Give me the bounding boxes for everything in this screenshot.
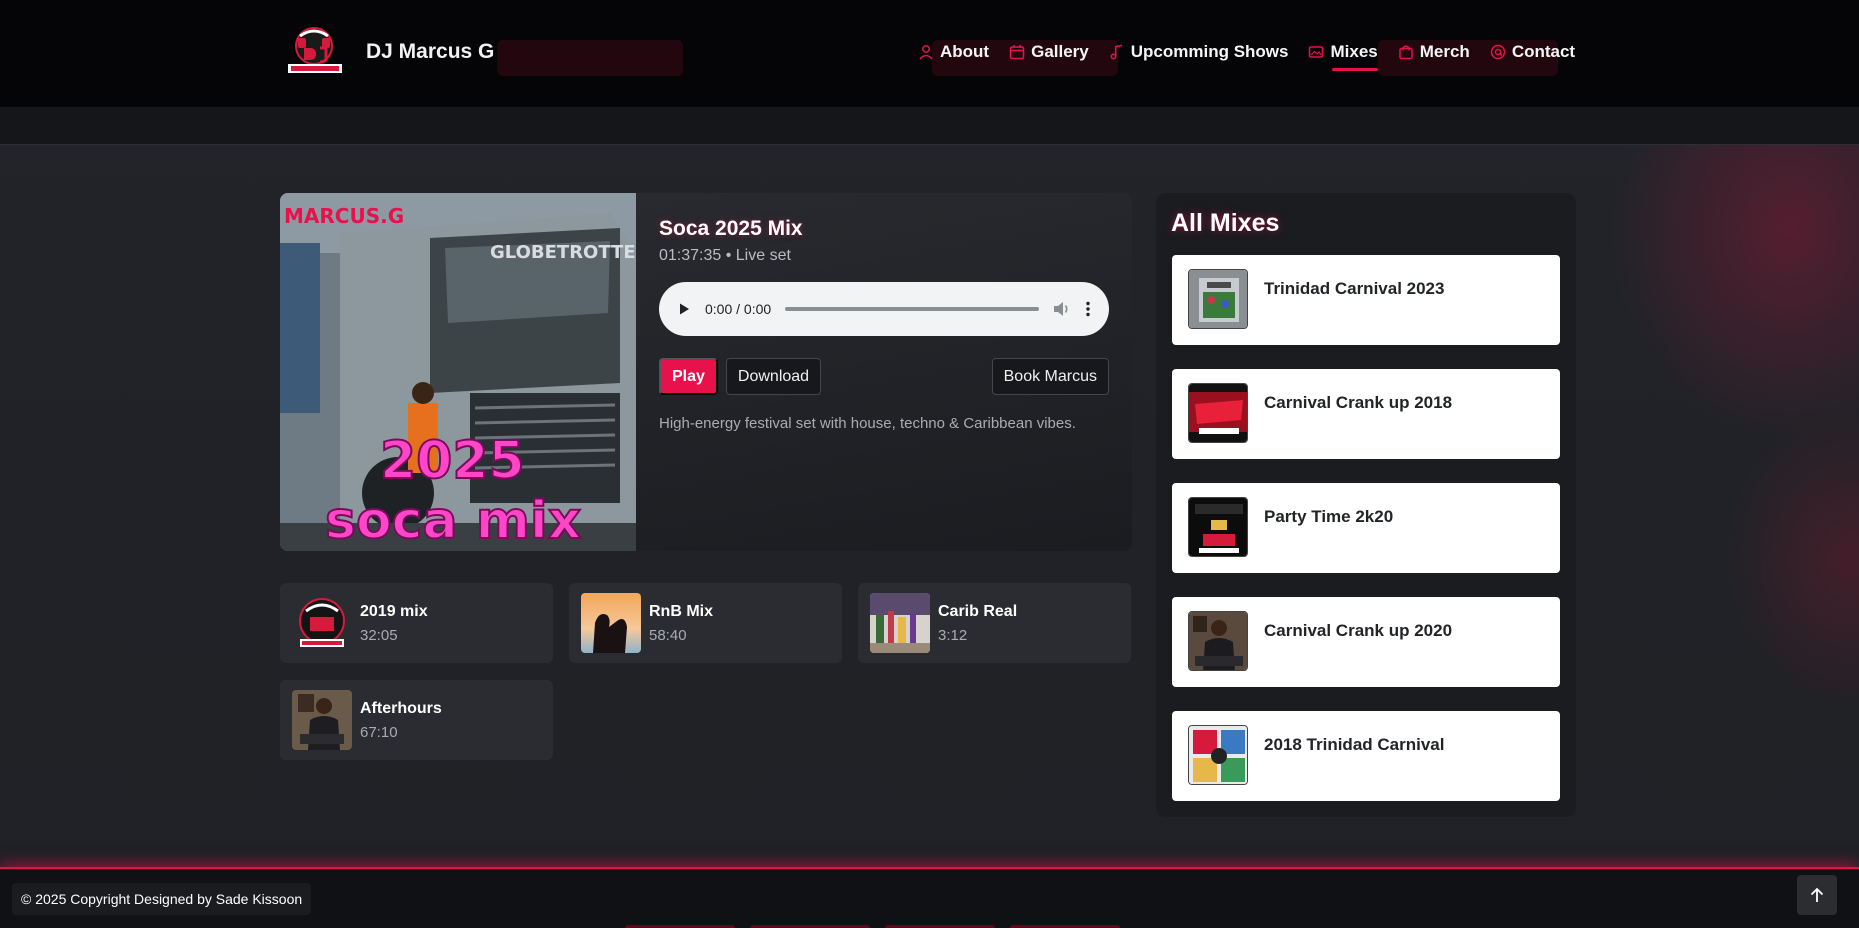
nav-about[interactable]: About xyxy=(918,41,989,63)
arrow-up-icon xyxy=(1810,887,1824,902)
nav-upcoming-shows[interactable]: Upcomming Shows xyxy=(1109,41,1289,63)
image-icon xyxy=(1309,46,1324,58)
audio-time: 0:00 / 0:00 xyxy=(705,301,772,317)
nav-label: Contact xyxy=(1511,42,1576,61)
at-sign-icon xyxy=(1490,44,1506,60)
nav-label: Merch xyxy=(1419,42,1470,61)
mix-tile-title: 2019 mix xyxy=(360,603,428,620)
shopping-bag-icon xyxy=(1398,45,1413,60)
more-options-icon[interactable] xyxy=(1085,301,1091,317)
mix-thumbnail xyxy=(292,690,352,750)
nav-gallery[interactable]: Gallery xyxy=(1009,41,1089,63)
player-info: Soca 2025 Mix 01:37:35 • Live set 0:00 /… xyxy=(659,217,1109,432)
svg-text:GLOBETROTTER: GLOBETROTTER xyxy=(490,242,636,263)
audio-player[interactable]: 0:00 / 0:00 xyxy=(659,282,1109,336)
back-to-top-button[interactable] xyxy=(1797,875,1837,915)
mix-thumbnail xyxy=(1188,725,1248,785)
mix-thumbnail xyxy=(1188,383,1248,443)
site-header: DJ Marcus G About Gallery Upcomming Show… xyxy=(0,0,1859,107)
mix-thumbnail xyxy=(1188,497,1248,557)
mix-tile-title: Afterhours xyxy=(360,700,442,717)
calendar-icon xyxy=(1009,45,1025,60)
music-note-icon xyxy=(1110,44,1122,60)
all-mixes-item[interactable]: Carnival Crank up 2018 xyxy=(1172,369,1560,459)
brand-name[interactable]: DJ Marcus G xyxy=(366,40,494,64)
mix-thumbnail xyxy=(870,593,930,653)
site-footer: © 2025 Copyright Designed by Sade Kissoo… xyxy=(0,867,1859,928)
logo-icon[interactable] xyxy=(284,26,346,76)
sub-header-bar xyxy=(0,107,1859,145)
mix-tile[interactable]: RnB Mix 58:40 xyxy=(569,583,842,663)
all-mixes-item-title: Trinidad Carnival 2023 xyxy=(1264,279,1445,298)
all-mixes-title: All Mixes xyxy=(1171,209,1280,237)
player-actions: Play Download Book Marcus xyxy=(659,358,1109,395)
nav-label: Mixes xyxy=(1330,42,1378,61)
cover-year-text: 2025 xyxy=(380,431,525,491)
cover-logo-text: MARCUS.G xyxy=(284,204,404,228)
cover-subtitle-text: soca mix xyxy=(325,491,581,551)
play-button[interactable]: Play xyxy=(659,358,718,395)
all-mixes-item[interactable]: Party Time 2k20 xyxy=(1172,483,1560,573)
mix-tile-title: Carib Real xyxy=(938,603,1018,620)
mix-tile-duration: 58:40 xyxy=(649,627,687,644)
mix-tile-title: RnB Mix xyxy=(649,603,713,620)
ghost-banner-shape xyxy=(497,40,683,76)
mix-cover-image: GLOBETROTTER MARCUS.G 2025 soca mix xyxy=(280,193,636,551)
mix-thumbnail xyxy=(581,593,641,653)
featured-mix-player: GLOBETROTTER MARCUS.G 2025 soca mix Soca… xyxy=(280,193,1132,551)
volume-icon[interactable] xyxy=(1053,301,1071,317)
mix-tile-duration: 67:10 xyxy=(360,724,398,741)
book-marcus-button[interactable]: Book Marcus xyxy=(991,358,1109,395)
nav-contact[interactable]: Contact xyxy=(1490,41,1575,63)
audio-progress-track[interactable] xyxy=(785,307,1039,311)
nav-merch[interactable]: Merch xyxy=(1398,41,1470,63)
mix-title: Soca 2025 Mix xyxy=(659,217,803,240)
all-mixes-panel: All Mixes Trinidad Carnival 2023 Carniva… xyxy=(1156,193,1576,817)
nav-mixes[interactable]: Mixes xyxy=(1308,41,1378,71)
nav-label: Upcomming Shows xyxy=(1130,42,1289,61)
download-button[interactable]: Download xyxy=(725,358,822,395)
all-mixes-item[interactable]: Trinidad Carnival 2023 xyxy=(1172,255,1560,345)
play-icon[interactable] xyxy=(677,302,691,316)
all-mixes-item[interactable]: 2018 Trinidad Carnival xyxy=(1172,711,1560,801)
mix-tile-duration: 32:05 xyxy=(360,627,398,644)
mix-thumbnail xyxy=(292,593,352,653)
all-mixes-item[interactable]: Carnival Crank up 2020 xyxy=(1172,597,1560,687)
user-icon xyxy=(919,45,933,60)
mix-tile[interactable]: Afterhours 67:10 xyxy=(280,680,553,760)
mix-meta: 01:37:35 • Live set xyxy=(659,247,791,264)
mix-tile-duration: 3:12 xyxy=(938,627,968,644)
mix-tile[interactable]: 2019 mix 32:05 xyxy=(280,583,553,663)
all-mixes-item-title: Carnival Crank up 2018 xyxy=(1264,393,1453,412)
all-mixes-item-title: 2018 Trinidad Carnival xyxy=(1264,735,1445,754)
mix-thumbnail xyxy=(1188,269,1248,329)
mix-thumbnail xyxy=(1188,611,1248,671)
main-nav: About Gallery Upcomming Shows Mixes Merc… xyxy=(918,41,1575,71)
mix-tile[interactable]: Carib Real 3:12 xyxy=(858,583,1131,663)
all-mixes-item-title: Carnival Crank up 2020 xyxy=(1264,621,1453,640)
footer-ghost-decoration xyxy=(625,919,1225,928)
copyright-text: © 2025 Copyright Designed by Sade Kissoo… xyxy=(12,883,312,915)
all-mixes-item-title: Party Time 2k20 xyxy=(1264,507,1394,526)
nav-label: Gallery xyxy=(1031,42,1089,61)
nav-label: About xyxy=(940,42,990,61)
mix-description: High-energy festival set with house, tec… xyxy=(659,415,1076,432)
